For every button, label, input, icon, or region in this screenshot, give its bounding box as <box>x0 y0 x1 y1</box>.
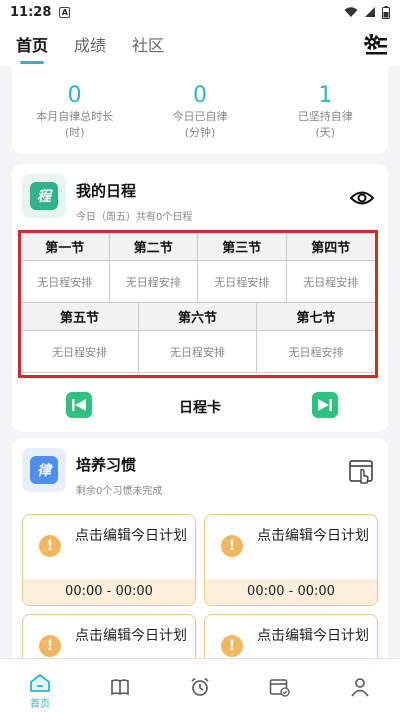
stat-label: 本月自律总时长 <box>36 110 114 123</box>
stat-label: 今日已自律 <box>172 110 228 123</box>
home-scroll[interactable]: 0 本月自律总时长 (时) 0 今日已自律 (分钟) 1 已坚持自律 (天) 程… <box>0 66 400 658</box>
nav-profile[interactable] <box>320 659 400 712</box>
period-1-header: 第一节 <box>21 233 110 261</box>
fast-forward-icon <box>318 399 332 411</box>
bottom-nav: 首页 <box>0 658 400 712</box>
notification-a-icon: A <box>59 6 71 18</box>
tab-community[interactable]: 社区 <box>132 32 164 66</box>
stat-label: 已坚持自律 <box>297 110 353 123</box>
habit-item[interactable]: ! 点击编辑今日计划 00:00 - 00:00 <box>204 514 378 606</box>
status-bar: 11:28 A <box>0 0 400 24</box>
period-3-slot[interactable]: 无日程安排 <box>198 261 287 303</box>
home-icon <box>30 674 50 692</box>
book-icon <box>111 679 129 696</box>
stat-value: 0 <box>192 83 207 108</box>
period-2-slot[interactable]: 无日程安排 <box>109 261 198 303</box>
habit-badge-icon: 律 <box>22 448 66 492</box>
settings-gear-icon[interactable] <box>362 32 388 58</box>
stat-today-minutes: 0 今日已自律 (分钟) <box>140 84 260 154</box>
schedule-title: 我的日程 <box>76 182 137 200</box>
tab-grades[interactable]: 成绩 <box>74 32 106 66</box>
nav-home[interactable]: 首页 <box>0 659 80 712</box>
stat-unit: (时) <box>64 126 85 139</box>
habit-text: 点击编辑今日计划 <box>75 628 187 644</box>
user-icon <box>351 678 369 697</box>
stat-value: 1 <box>318 83 333 108</box>
wifi-icon <box>344 7 358 17</box>
schedule-nav: 日程卡 <box>12 390 388 424</box>
period-5-slot[interactable]: 无日程安排 <box>21 331 139 373</box>
habit-text: 点击编辑今日计划 <box>257 528 369 544</box>
schedule-card: 程 我的日程 今日（周五）共有0个日程 第一节 第二节 第三节 第四节 无日程安… <box>12 164 388 432</box>
nav-alarm[interactable] <box>160 659 240 712</box>
habit-edit-icon[interactable] <box>348 458 376 486</box>
stat-unit: (分钟) <box>184 126 216 139</box>
status-time: 11:28 <box>10 4 52 20</box>
habit-item[interactable]: ! 点击编辑今日计划 <box>204 614 378 658</box>
period-header-row: 第五节 第六节 第七节 <box>21 303 375 331</box>
habit-time: 00:00 - 00:00 <box>23 579 195 605</box>
next-day-button[interactable] <box>312 392 338 418</box>
stats-card: 0 本月自律总时长 (时) 0 今日已自律 (分钟) 1 已坚持自律 (天) <box>12 66 388 154</box>
signal-icon <box>365 7 375 17</box>
habits-title: 培养习惯 <box>76 456 137 474</box>
stat-streak-days: 1 已坚持自律 (天) <box>265 84 385 154</box>
schedule-subtitle: 今日（周五）共有0个日程 <box>76 212 193 223</box>
period-header-row: 第一节 第二节 第三节 第四节 <box>21 233 375 261</box>
period-3-header: 第三节 <box>198 233 287 261</box>
period-7-header: 第七节 <box>256 303 375 331</box>
period-2-header: 第二节 <box>109 233 198 261</box>
habit-item[interactable]: ! 点击编辑今日计划 00:00 - 00:00 <box>22 514 196 606</box>
schedule-badge-char: 程 <box>30 182 58 210</box>
habit-badge-char: 律 <box>30 456 58 484</box>
nav-home-label: 首页 <box>30 699 50 710</box>
habit-time: 00:00 - 00:00 <box>205 579 377 605</box>
stat-unit: (天) <box>315 126 336 139</box>
habits-subtitle: 剩余0个习惯未完成 <box>76 486 163 497</box>
stat-month-hours: 0 本月自律总时长 (时) <box>15 84 135 154</box>
period-4-header: 第四节 <box>286 233 375 261</box>
tab-home[interactable]: 首页 <box>16 32 48 66</box>
alert-icon: ! <box>39 535 61 557</box>
alert-icon: ! <box>221 535 243 557</box>
alert-icon: ! <box>39 635 61 657</box>
top-nav: 首页 成绩 社区 <box>0 24 400 66</box>
period-7-slot[interactable]: 无日程安排 <box>256 331 375 373</box>
schedule-grid: 第一节 第二节 第三节 第四节 无日程安排 无日程安排 无日程安排 无日程安排 … <box>18 230 378 378</box>
alert-icon: ! <box>221 635 243 657</box>
schedule-badge-icon: 程 <box>22 174 66 218</box>
period-1-slot[interactable]: 无日程安排 <box>21 261 110 303</box>
period-6-header: 第六节 <box>138 303 257 331</box>
habit-text: 点击编辑今日计划 <box>75 528 187 544</box>
nav-calendar[interactable] <box>240 659 320 712</box>
schedule-header: 程 我的日程 今日（周五）共有0个日程 <box>22 174 192 223</box>
stat-value: 0 <box>67 83 82 108</box>
period-4-slot[interactable]: 无日程安排 <box>286 261 375 303</box>
calendar-check-icon <box>269 679 290 697</box>
period-5-header: 第五节 <box>21 303 139 331</box>
habits-card: 律 培养习惯 剩余0个习惯未完成 ! 点击编辑今日计划 00:00 - 00:0… <box>12 438 388 658</box>
period-body-row: 无日程安排 无日程安排 无日程安排 <box>21 331 375 373</box>
period-6-slot[interactable]: 无日程安排 <box>138 331 257 373</box>
eye-icon[interactable] <box>350 188 374 208</box>
alarm-clock-icon <box>191 677 209 696</box>
habit-item[interactable]: ! 点击编辑今日计划 <box>22 614 196 658</box>
habit-text: 点击编辑今日计划 <box>257 628 369 644</box>
period-body-row: 无日程安排 无日程安排 无日程安排 无日程安排 <box>21 261 375 303</box>
nav-book[interactable] <box>80 659 160 712</box>
battery-icon <box>382 5 390 19</box>
habits-header: 律 培养习惯 剩余0个习惯未完成 <box>22 448 162 497</box>
